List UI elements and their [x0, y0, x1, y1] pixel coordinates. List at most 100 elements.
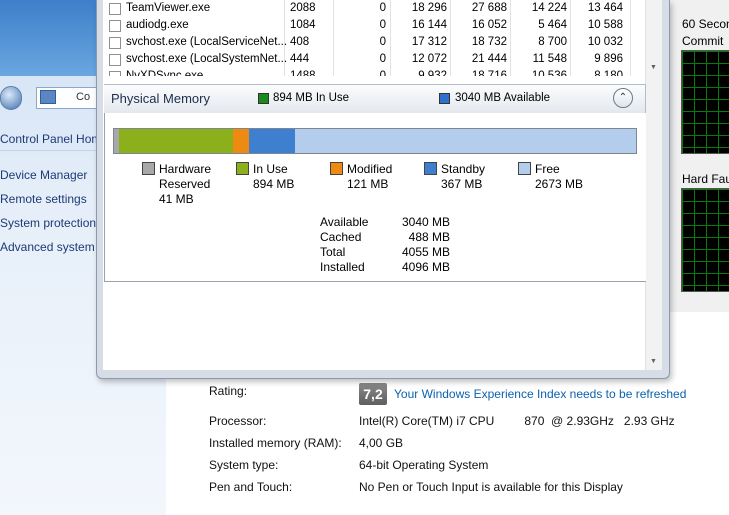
stat-label: Cached [320, 230, 362, 244]
scroll-down-arrow-icon[interactable]: ▼ [650, 358, 657, 365]
legend-value: 41 MB [159, 192, 194, 206]
legend-swatch [236, 162, 249, 175]
stat-value: 488 MB [408, 230, 450, 244]
table-row[interactable]: NvXDSync.exe 1488 0 9 932 18 716 10 536 8 180 [103, 69, 645, 76]
legend-swatch [424, 162, 437, 175]
process-table: TeamViewer.exe 2088 0 18 296 27 688 14 224 13 … [103, 0, 645, 76]
table-cell: 18 716 [471, 70, 507, 76]
processor-value: Intel(R) Core(TM) i7 CPU 870 @ 2.93GHz 2… [359, 414, 675, 428]
commit-graph [681, 50, 729, 154]
pen-touch-value: No Pen or Touch Input is available for t… [359, 480, 623, 494]
available-header-text: 3040 MB Available [455, 92, 551, 104]
process-name: audiodg.exe [126, 19, 189, 31]
advanced-system-settings-link[interactable]: Advanced system s [0, 240, 104, 254]
memory-value: 4,00 GB [359, 436, 404, 450]
table-cell: 12 072 [411, 53, 447, 65]
table-cell: 1084 [290, 19, 316, 31]
table-row[interactable]: svchost.exe (LocalServiceNet... 408 0 17 31… [103, 35, 645, 52]
modified-segment [233, 129, 249, 153]
table-cell: 0 [379, 36, 386, 48]
memory-usage-bar [113, 128, 637, 154]
table-cell: 21 444 [471, 53, 507, 65]
row-checkbox[interactable] [109, 71, 121, 76]
remote-settings-link[interactable]: Remote settings [0, 192, 87, 206]
table-cell: 17 312 [411, 36, 447, 48]
table-cell: 18 732 [471, 36, 507, 48]
stat-value: 3040 MB [401, 215, 450, 229]
control-panel-home-link[interactable]: Control Panel Hom [0, 132, 101, 146]
stat-label: Total [320, 245, 346, 259]
table-cell: 408 [290, 36, 310, 48]
pen-touch-label: Pen and Touch: [209, 480, 293, 494]
table-cell: 10 032 [587, 36, 623, 48]
collapse-chevron-icon[interactable]: ⌃ [613, 88, 633, 108]
table-cell: 11 548 [532, 53, 567, 65]
in-use-header-text: 894 MB In Use [273, 92, 350, 104]
row-checkbox[interactable] [109, 3, 121, 15]
legend-value: 894 MB [253, 177, 295, 191]
table-cell: 16 052 [471, 19, 507, 31]
stat-label: Installed [320, 260, 365, 274]
table-cell: 10 588 [587, 19, 623, 31]
standby-segment [248, 129, 296, 153]
legend-label: Standby [441, 162, 486, 176]
legend-swatch [330, 162, 343, 175]
stat-value: 4055 MB [401, 245, 450, 259]
table-cell: 0 [379, 2, 386, 14]
vertical-scrollbar[interactable] [645, 0, 662, 370]
table-row[interactable]: svchost.exe (LocalSystemNet... 444 0 12 072… [103, 52, 645, 69]
row-checkbox[interactable] [109, 54, 121, 66]
table-cell: 13 464 [587, 2, 623, 14]
process-name: NvXDSync.exe [126, 70, 204, 76]
table-row[interactable]: audiodg.exe 1084 0 16 144 16 052 5 464 10 588 [103, 18, 645, 35]
legend-swatch [518, 162, 531, 175]
row-checkbox[interactable] [109, 37, 121, 49]
legend-label: Modified [347, 162, 393, 176]
rating-label: Rating: [209, 384, 248, 398]
process-name: svchost.exe (LocalServiceNet... [126, 36, 286, 48]
experience-index-badge[interactable]: 7,2 [359, 383, 387, 405]
row-checkbox[interactable] [109, 20, 121, 32]
free-segment [295, 129, 636, 153]
device-manager-link[interactable]: Device Manager [0, 168, 87, 182]
table-cell: 9 932 [418, 70, 447, 76]
table-cell: 8 180 [594, 70, 623, 76]
system-type-label: System type: [209, 458, 279, 472]
in-use-indicator-icon [258, 93, 269, 104]
process-name: svchost.exe (LocalSystemNet... [126, 53, 286, 65]
experience-index-link[interactable]: Your Windows Experience Index needs to b… [394, 387, 686, 401]
memory-label: Installed memory (RAM): [209, 436, 342, 450]
processor-label: Processor: [209, 414, 267, 428]
stat-label: Available [320, 215, 369, 229]
stat-value: 4096 MB [401, 260, 450, 274]
legend-value: Reserved [159, 177, 211, 191]
hard-faults-graph [681, 188, 729, 292]
table-cell: 10 536 [531, 70, 567, 76]
legend-swatch [142, 162, 155, 175]
legend-label: Hardware [159, 162, 212, 176]
legend-label: In Use [253, 162, 288, 176]
graph-label-60-seconds: 60 Secon [682, 17, 729, 31]
table-cell: 5 464 [538, 19, 567, 31]
table-row[interactable]: TeamViewer.exe 2088 0 18 296 27 688 14 224 13 … [103, 1, 645, 18]
control-panel-icon [40, 90, 56, 104]
table-cell: 18 296 [411, 2, 447, 14]
legend-value: 121 MB [347, 177, 389, 191]
table-cell: 14 224 [531, 2, 567, 14]
table-cell: 9 896 [594, 53, 623, 65]
graph-label-hard-faults: Hard Fau [682, 172, 729, 186]
physical-memory-title: Physical Memory [111, 91, 210, 106]
scroll-down-arrow-icon[interactable]: ▼ [650, 64, 657, 71]
process-name: TeamViewer.exe [126, 2, 211, 14]
legend-label: Free [535, 162, 560, 176]
system-protection-link[interactable]: System protection [0, 216, 96, 230]
table-cell: 0 [379, 19, 386, 31]
table-cell: 2088 [290, 2, 316, 14]
table-cell: 444 [290, 53, 310, 65]
table-cell: 0 [379, 70, 386, 76]
available-indicator-icon [439, 93, 450, 104]
table-cell: 0 [379, 53, 386, 65]
back-button[interactable] [0, 86, 22, 110]
table-cell: 16 144 [411, 19, 447, 31]
address-bar-text: Co [76, 91, 91, 103]
